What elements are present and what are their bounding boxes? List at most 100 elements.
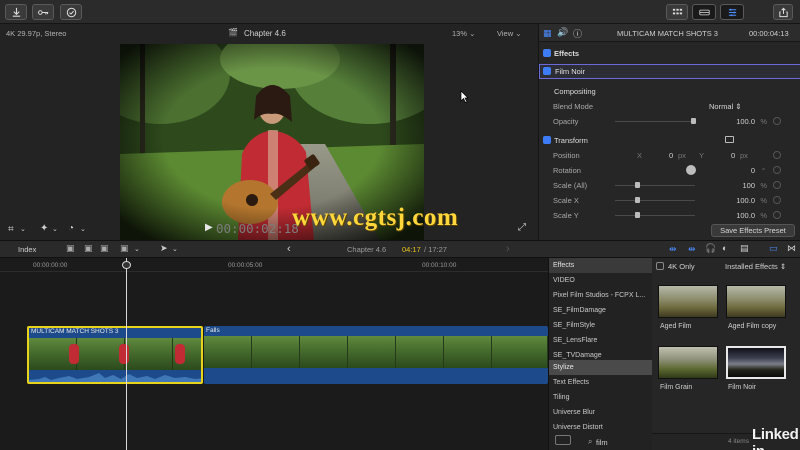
solo-icon[interactable]: ◐ bbox=[722, 243, 727, 253]
magic-wand-icon[interactable]: ✦ bbox=[40, 223, 48, 234]
position-y-value[interactable]: 0 bbox=[731, 151, 735, 160]
list-item[interactable]: Tiling bbox=[549, 390, 653, 405]
timeline[interactable]: 00:00:00:00 00:00:05:00 00:00:10:00 MULT… bbox=[0, 258, 548, 450]
scale-y-value[interactable]: 100.0 bbox=[736, 211, 755, 220]
video-inspector-icon[interactable]: ▦ bbox=[543, 28, 552, 39]
scale-y-reset-icon[interactable] bbox=[773, 211, 781, 219]
view-label: View bbox=[497, 29, 514, 38]
crop-icon[interactable]: ⌗ bbox=[8, 224, 14, 235]
clip-thumbnail bbox=[492, 336, 548, 368]
audio-skimming-icon[interactable]: ⇹ bbox=[688, 244, 696, 255]
list-item[interactable]: Effects bbox=[549, 258, 653, 273]
list-item[interactable]: SE_FilmStyle bbox=[549, 318, 653, 333]
rotation-value[interactable]: 0 bbox=[751, 166, 755, 175]
overwrite-clip-icon[interactable]: ▣ bbox=[120, 243, 129, 254]
share-button[interactable] bbox=[773, 4, 793, 20]
items-count: 4 items bbox=[728, 438, 749, 445]
blend-mode-popup[interactable]: Normal ⇕ bbox=[709, 102, 742, 111]
list-item[interactable]: Universe Distort bbox=[549, 420, 653, 435]
list-item[interactable]: Universe Blur bbox=[549, 405, 653, 420]
play-button[interactable]: ▶ bbox=[205, 222, 213, 233]
effect-thumbnail-selected[interactable] bbox=[726, 346, 786, 379]
scale-x-value[interactable]: 100.0 bbox=[736, 196, 755, 205]
position-x-value[interactable]: 0 bbox=[669, 151, 673, 160]
transform-section-header[interactable]: Transform bbox=[539, 133, 800, 148]
scale-x-slider[interactable] bbox=[615, 200, 695, 201]
scale-all-slider[interactable] bbox=[615, 185, 695, 186]
scale-y-slider-knob[interactable] bbox=[635, 212, 640, 218]
insert-clip-icon[interactable]: ▣ bbox=[84, 243, 93, 254]
clip-thumbnail bbox=[300, 336, 348, 368]
audio-inspector-icon[interactable]: 🔊 bbox=[557, 27, 568, 38]
search-input[interactable]: film bbox=[596, 438, 608, 447]
transitions-browser-icon[interactable]: ⋈ bbox=[787, 243, 796, 254]
scale-all-reset-icon[interactable] bbox=[773, 181, 781, 189]
timeline-toggle-button[interactable] bbox=[692, 4, 716, 20]
append-clip-icon[interactable]: ▣ bbox=[100, 243, 109, 254]
timeline-ruler[interactable]: 00:00:00:00 00:00:05:00 00:00:10:00 bbox=[0, 258, 548, 272]
libraries-toggle-button[interactable] bbox=[666, 4, 688, 20]
effects-checkbox[interactable] bbox=[543, 49, 551, 57]
opacity-slider-knob[interactable] bbox=[691, 118, 696, 124]
skimming-icon[interactable]: ⇹ bbox=[669, 244, 677, 255]
select-tool-icon[interactable]: ➤ bbox=[160, 243, 168, 254]
share-icon bbox=[778, 7, 788, 17]
list-item[interactable]: Text Effects bbox=[549, 375, 653, 390]
4k-only-checkbox[interactable] bbox=[656, 262, 664, 270]
back-arrow-icon[interactable]: ‹ bbox=[287, 243, 291, 255]
position-y-unit: px bbox=[740, 151, 748, 160]
updown-chevron-icon: ⇕ bbox=[735, 102, 742, 111]
linkedin-logo: Linked in bbox=[752, 426, 799, 450]
effect-thumbnail[interactable] bbox=[658, 346, 718, 379]
watermark-text: www.cgtsj.com bbox=[292, 204, 459, 231]
list-item[interactable]: VIDEO bbox=[549, 273, 653, 288]
background-tasks-button[interactable] bbox=[60, 4, 82, 20]
clip-appearance-icon[interactable]: ▤ bbox=[740, 243, 749, 254]
index-button[interactable]: Index bbox=[18, 245, 36, 254]
inspector-toggle-button[interactable] bbox=[720, 4, 744, 20]
falls-clip[interactable]: Falls bbox=[204, 326, 548, 384]
effects-browser-icon[interactable]: ▭ bbox=[769, 243, 778, 254]
forward-arrow-icon[interactable]: › bbox=[506, 243, 510, 255]
headphones-icon[interactable]: 🎧 bbox=[705, 243, 716, 254]
scale-all-value[interactable]: 100 bbox=[742, 181, 755, 190]
list-item[interactable]: Pixel Film Studios - FCPX L... bbox=[549, 288, 653, 303]
effect-thumbnail[interactable] bbox=[658, 285, 718, 318]
list-item[interactable]: SE_FilmDamage bbox=[549, 303, 653, 318]
effect-thumbnail[interactable] bbox=[726, 285, 786, 318]
film-noir-checkbox[interactable] bbox=[543, 67, 551, 75]
scale-x-slider-knob[interactable] bbox=[635, 197, 640, 203]
keywords-button[interactable] bbox=[32, 4, 54, 20]
info-inspector-icon[interactable]: ⓘ bbox=[573, 27, 582, 40]
effects-section-header[interactable]: Effects bbox=[539, 46, 800, 61]
import-button[interactable] bbox=[5, 4, 27, 20]
zoom-menu[interactable]: 13% ⌄ bbox=[452, 29, 475, 38]
effect-film-noir-row[interactable]: Film Noir bbox=[539, 64, 800, 79]
rotation-row: Rotation 0 ° bbox=[539, 163, 800, 178]
opacity-slider[interactable] bbox=[615, 121, 695, 122]
installed-effects-popup[interactable]: Installed Effects ⇕ bbox=[725, 262, 786, 271]
transform-checkbox[interactable] bbox=[543, 136, 551, 144]
scale-y-label: Scale Y bbox=[553, 211, 579, 220]
multicam-clip[interactable]: MULTICAM MATCH SHOTS 3 bbox=[27, 326, 203, 384]
sidebar-toggle-icon[interactable] bbox=[555, 435, 571, 445]
scale-x-reset-icon[interactable] bbox=[773, 196, 781, 204]
scale-y-slider[interactable] bbox=[615, 215, 695, 216]
scale-all-slider-knob[interactable] bbox=[635, 182, 640, 188]
opacity-reset-icon[interactable] bbox=[773, 117, 781, 125]
onscreen-controls-icon[interactable] bbox=[725, 136, 734, 143]
list-item-selected[interactable]: Stylize bbox=[549, 360, 653, 375]
connect-clip-icon[interactable]: ▣ bbox=[66, 243, 75, 254]
rotation-reset-icon[interactable] bbox=[773, 166, 781, 174]
top-toolbar bbox=[0, 0, 800, 24]
playhead-handle[interactable] bbox=[122, 261, 131, 269]
list-item[interactable]: SE_LensFlare bbox=[549, 333, 653, 348]
playhead[interactable] bbox=[126, 258, 127, 450]
speedometer-icon[interactable]: ◔ bbox=[68, 223, 74, 234]
fullscreen-icon[interactable]: ⤢ bbox=[518, 222, 526, 233]
opacity-value[interactable]: 100.0 bbox=[736, 117, 755, 126]
rotation-dial[interactable] bbox=[686, 165, 696, 175]
position-reset-icon[interactable] bbox=[773, 151, 781, 159]
save-effects-preset-button[interactable]: Save Effects Preset bbox=[711, 224, 795, 237]
view-menu[interactable]: View ⌄ bbox=[497, 29, 522, 38]
